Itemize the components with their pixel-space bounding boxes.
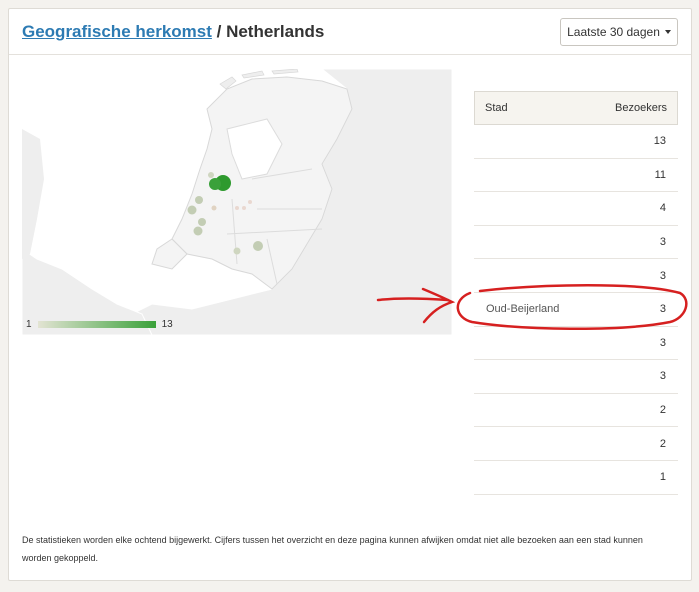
- row-visitors: 2: [659, 437, 666, 450]
- col-city-header[interactable]: Stad: [485, 102, 508, 114]
- table-row[interactable]: 2: [474, 427, 678, 461]
- table-row[interactable]: 3: [474, 327, 678, 361]
- dot[interactable]: [211, 205, 217, 211]
- row-visitors: 1: [659, 471, 666, 484]
- date-range-label: Laatste 30 dagen: [567, 25, 660, 39]
- table-row[interactable]: 3: [474, 259, 678, 293]
- row-visitors: 3: [659, 269, 666, 282]
- dot[interactable]: [248, 200, 252, 204]
- caret-down-icon: [664, 30, 671, 34]
- row-city: Oud-Beijerland: [486, 303, 560, 316]
- legend-min: 1: [26, 319, 32, 330]
- country-name: Netherlands: [226, 22, 325, 41]
- table-row[interactable]: 2: [474, 394, 678, 428]
- table-row[interactable]: 3: [474, 360, 678, 394]
- row-visitors: 4: [659, 202, 666, 215]
- map-svg: [22, 69, 452, 335]
- row-visitors: 2: [659, 404, 666, 417]
- city-table: Stad Bezoekers 13 11 4 3 3 Oud-Beijerland 3 3 3 2…: [474, 91, 678, 495]
- page-title: Geografische herkomst / Netherlands: [22, 22, 324, 42]
- legend-gradient: [37, 321, 156, 328]
- dot[interactable]: [193, 226, 203, 236]
- row-visitors: 3: [659, 303, 666, 316]
- dot[interactable]: [195, 196, 203, 204]
- col-visitors-header[interactable]: Bezoekers: [615, 102, 667, 114]
- row-visitors: 11: [654, 168, 666, 181]
- panel-header: Geografische herkomst / Netherlands Laat…: [9, 9, 691, 55]
- dot[interactable]: [253, 241, 263, 251]
- dot[interactable]: [233, 247, 241, 255]
- dot[interactable]: [208, 172, 214, 178]
- geo-panel: Geografische herkomst / Netherlands Laat…: [8, 8, 692, 581]
- dot[interactable]: [235, 206, 239, 210]
- legend-max: 13: [161, 319, 173, 330]
- dot-haarlem[interactable]: [209, 178, 221, 190]
- netherlands-map[interactable]: [22, 69, 452, 335]
- table-row[interactable]: 1: [474, 461, 678, 495]
- table-header: Stad Bezoekers: [474, 91, 678, 125]
- row-visitors: 3: [659, 236, 666, 249]
- map-legend: 1 13: [26, 319, 173, 330]
- date-range-dropdown[interactable]: Laatste 30 dagen: [560, 18, 678, 46]
- row-visitors: 13: [653, 135, 666, 148]
- row-visitors: 3: [659, 336, 666, 349]
- table-row[interactable]: 4: [474, 192, 678, 226]
- geo-origin-link[interactable]: Geografische herkomst: [22, 22, 212, 41]
- table-body: 13 11 4 3 3 Oud-Beijerland 3 3 3 2 2 1: [474, 125, 678, 495]
- dot[interactable]: [242, 206, 246, 210]
- dot[interactable]: [198, 218, 206, 226]
- row-visitors: 3: [659, 370, 666, 383]
- table-row[interactable]: 11: [474, 159, 678, 193]
- table-row[interactable]: 3: [474, 226, 678, 260]
- footnote: De statistieken worden elke ochtend bijg…: [22, 535, 643, 563]
- table-row[interactable]: 13: [474, 125, 678, 159]
- table-row[interactable]: Oud-Beijerland 3: [474, 293, 678, 327]
- title-separator: /: [211, 22, 227, 41]
- dot[interactable]: [187, 205, 197, 215]
